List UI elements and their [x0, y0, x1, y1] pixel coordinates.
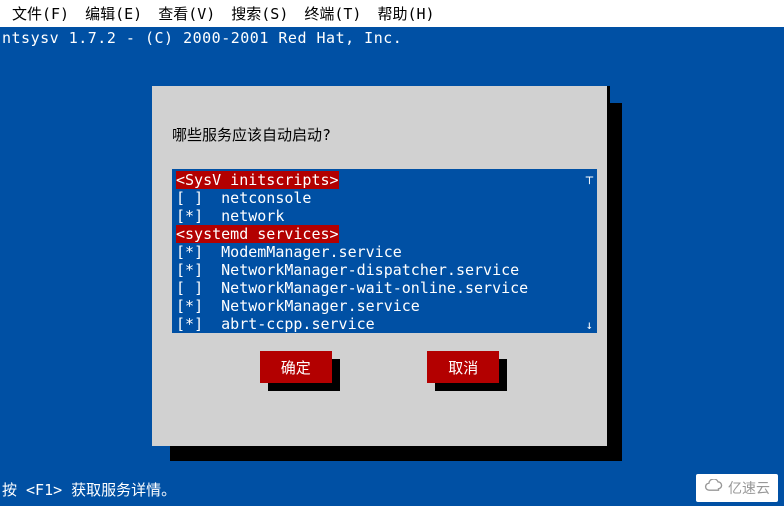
menu-help[interactable]: 帮助(H) [377, 3, 434, 24]
menu-edit[interactable]: 编辑(E) [85, 3, 142, 24]
ok-button[interactable]: 确定 [260, 351, 332, 383]
menu-view[interactable]: 查看(V) [158, 3, 215, 24]
watermark-text: 亿速云 [728, 478, 770, 498]
watermark: 亿速云 [696, 474, 778, 502]
service-row[interactable]: [ ] NetworkManager-wait-online.service [176, 279, 597, 297]
menu-bar: 文件(F) 编辑(E) 查看(V) 搜索(S) 终端(T) 帮助(H) [0, 0, 784, 27]
app-version-line: ntsysv 1.7.2 - (C) 2000-2001 Red Hat, In… [0, 27, 784, 47]
service-row[interactable]: [ ] netconsole [176, 189, 597, 207]
services-dialog: 哪些服务应该自动启动? ┬ <SysV initscripts> [ ] net… [152, 86, 607, 446]
cancel-button[interactable]: 取消 [427, 351, 499, 383]
dialog-title: 哪些服务应该自动启动? [172, 124, 587, 145]
menu-terminal[interactable]: 终端(T) [304, 3, 361, 24]
service-row[interactable]: [*] ModemManager.service [176, 243, 597, 261]
systemd-header: <systemd services> [176, 225, 339, 243]
cloud-icon [702, 479, 724, 497]
menu-file[interactable]: 文件(F) [12, 3, 69, 24]
scroll-down-icon[interactable]: ↓ [586, 319, 593, 331]
service-row[interactable]: [*] network [176, 207, 597, 225]
dialog-button-row: 确定 取消 [172, 351, 587, 383]
menu-search[interactable]: 搜索(S) [231, 3, 288, 24]
service-row[interactable]: [*] NetworkManager.service [176, 297, 597, 315]
services-listbox[interactable]: ┬ <SysV initscripts> [ ] netconsole [*] … [172, 169, 597, 333]
scroll-up-icon[interactable]: ┬ [586, 171, 593, 183]
service-row[interactable]: [*] NetworkManager-dispatcher.service [176, 261, 597, 279]
service-row[interactable]: [*] abrt-ccpp.service [176, 315, 597, 333]
help-hint: 按 <F1> 获取服务详情。 [2, 479, 176, 500]
sysv-header: <SysV initscripts> [176, 171, 339, 189]
